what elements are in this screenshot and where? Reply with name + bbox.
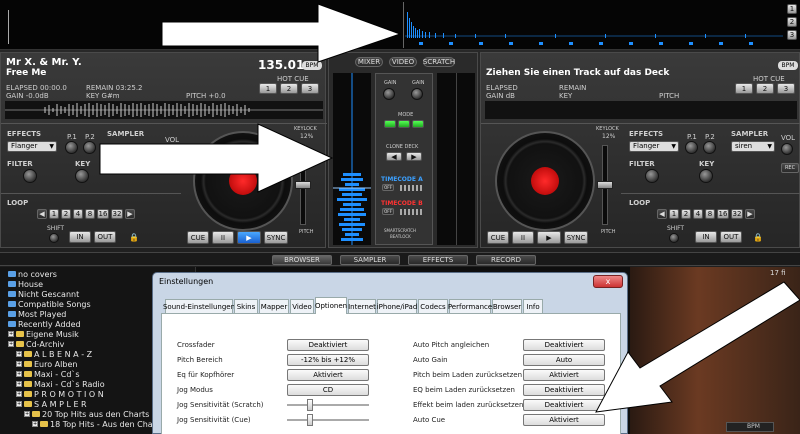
virtualdj-window: 1 2 3 Mr X. & Mr. Y. Free Me 135.01 BPM …	[0, 0, 800, 434]
annotation-arrows	[99, 3, 800, 413]
arrow-bottom-right	[595, 281, 800, 413]
arrow-top	[161, 3, 402, 63]
arrow-middle	[99, 123, 334, 193]
